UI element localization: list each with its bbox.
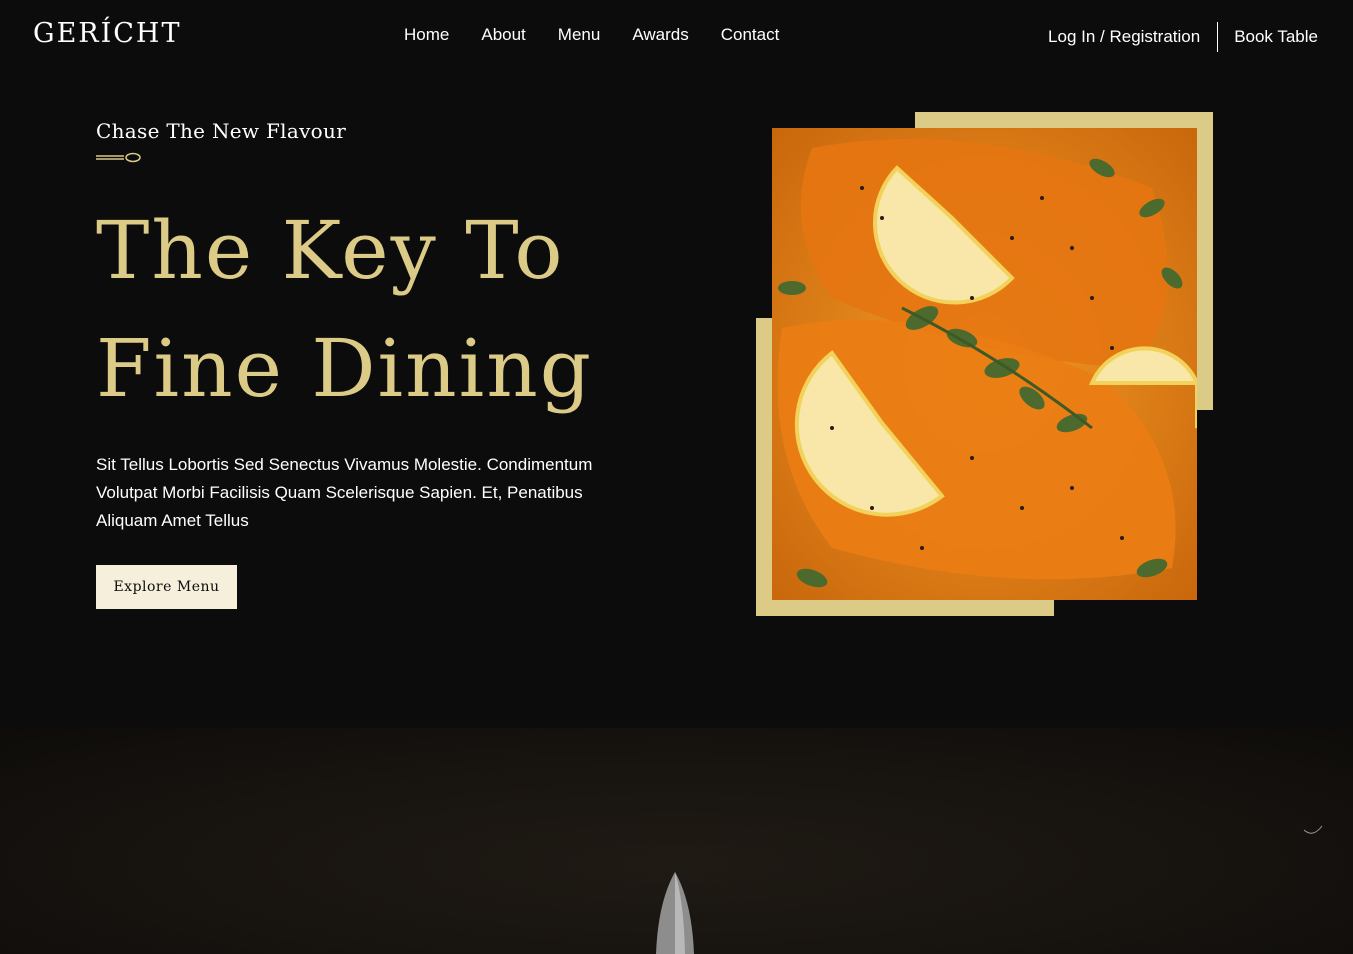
nav-divider <box>1217 22 1219 52</box>
login-registration-link[interactable]: Log In / Registration <box>1048 27 1200 47</box>
logo[interactable]: GERÍCHT <box>33 18 182 49</box>
hero-paragraph: Sit Tellus Lobortis Sed Senectus Vivamus… <box>96 455 593 530</box>
nav-links: Home About Menu Awards Contact <box>404 25 811 45</box>
salmon-dish-image <box>772 128 1197 600</box>
nav-link-contact[interactable]: Contact <box>721 25 780 45</box>
nav-actions: Log In / Registration Book Table <box>1048 22 1318 52</box>
nav-link-about[interactable]: About <box>481 25 525 45</box>
navbar: GERÍCHT Home About Menu Awards Contact L… <box>0 0 1353 72</box>
headline-line-1: The Key To <box>96 204 565 297</box>
spoon-icon <box>96 152 141 163</box>
hero-subtitle: Chase The New Flavour <box>96 119 347 143</box>
nav-link-menu[interactable]: Menu <box>558 25 601 45</box>
utensil-hint-icon <box>1303 825 1323 834</box>
explore-menu-button[interactable]: Explore Menu <box>96 565 237 609</box>
headline-line-2: Fine Dining <box>96 322 593 415</box>
nav-link-home[interactable]: Home <box>404 25 449 45</box>
nav-link-awards[interactable]: Awards <box>632 25 688 45</box>
lower-section <box>0 728 1353 954</box>
knife-icon <box>656 872 694 954</box>
hero-headline: The Key To Fine Dining <box>96 192 696 428</box>
book-table-link[interactable]: Book Table <box>1234 27 1318 47</box>
salmon-dish-illustration <box>772 128 1197 600</box>
